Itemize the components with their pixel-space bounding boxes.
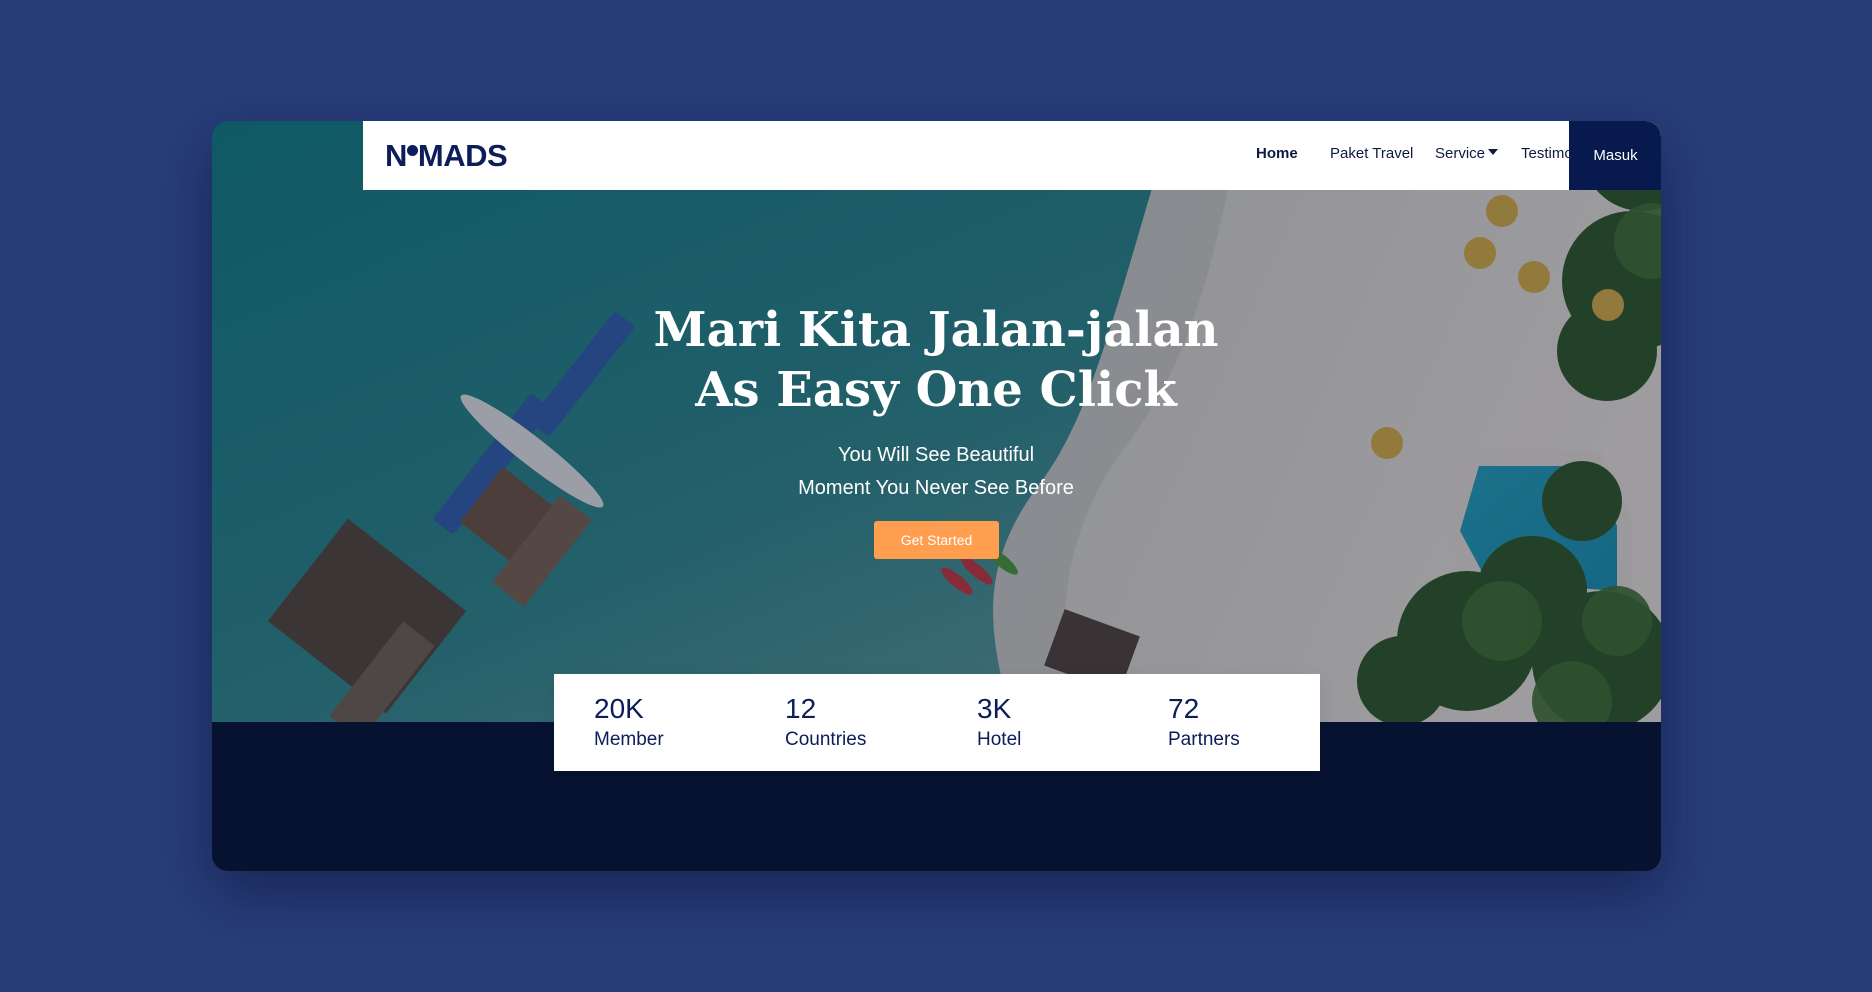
hero-section: N MADS Home Paket Travel Service Testimo… [212, 121, 1661, 722]
stat-partners: 72 Partners [1168, 692, 1240, 754]
nav-service-dropdown[interactable]: Service [1435, 145, 1499, 162]
stat-value: 12 [785, 693, 817, 724]
hero-title: Mari Kita Jalan-jalan As Easy One Click [536, 300, 1336, 420]
nav-paket-travel[interactable]: Paket Travel [1330, 145, 1413, 162]
stat-label: Member [594, 729, 664, 750]
landing-page-frame: N MADS Home Paket Travel Service Testimo… [212, 121, 1661, 871]
stat-value: 72 [1168, 693, 1200, 724]
stats-bar: 20K Member 12 Countries 3K Hotel 72 Part… [554, 674, 1320, 771]
nav-home[interactable]: Home [1256, 145, 1298, 162]
caret-down-icon [1488, 149, 1499, 156]
hero-dark-overlay [212, 121, 1661, 722]
hero-subtitle: You Will See Beautiful Moment You Never … [636, 439, 1236, 505]
hero-title-line-2: As Easy One Click [695, 362, 1177, 418]
stat-value: 20K [594, 693, 644, 724]
stat-value: 3K [977, 693, 1012, 724]
login-button[interactable]: Masuk [1569, 121, 1661, 190]
stat-label: Partners [1168, 729, 1240, 750]
top-navbar: N MADS Home Paket Travel Service Testimo… [363, 121, 1661, 190]
stat-label: Hotel [977, 729, 1022, 750]
nav-links: Home Paket Travel Service Testimonial [363, 121, 1661, 190]
hero-subtitle-line-1: You Will See Beautiful [837, 444, 1035, 466]
stat-hotel: 3K Hotel [977, 692, 1021, 754]
stat-countries: 12 Countries [785, 692, 866, 754]
nav-service-label: Service [1435, 145, 1486, 162]
hero-title-line-1: Mari Kita Jalan-jalan [653, 302, 1219, 358]
stat-member: 20K Member [594, 692, 664, 754]
stat-label: Countries [785, 729, 867, 750]
get-started-button[interactable]: Get Started [874, 521, 999, 559]
hero-subtitle-line-2: Moment You Never See Before [798, 477, 1074, 499]
